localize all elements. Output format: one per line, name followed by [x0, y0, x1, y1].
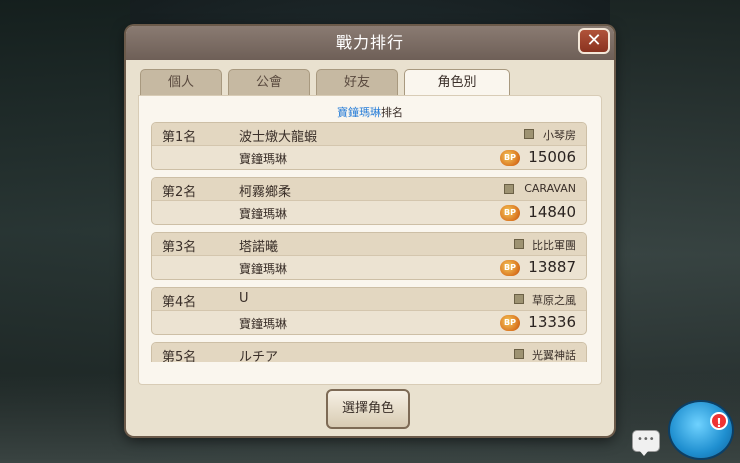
- dialog-title: 戰力排行: [335, 33, 404, 52]
- bp-icon: BP: [500, 205, 520, 221]
- player-name: 波士燉大龍蝦: [239, 130, 318, 145]
- select-character-button[interactable]: 選擇角色: [326, 389, 410, 429]
- player-name: 柯霧鄉柔: [239, 185, 292, 200]
- ranking-dialog: 戰力排行 ✕ 個人 公會 好友 角色別 寶鐘瑪琳排名 第1名 波士燉大龍蝦 小琴…: [126, 26, 614, 436]
- rank-label: 第3名: [162, 240, 197, 255]
- bp-icon: BP: [500, 150, 520, 166]
- tab-bar: 個人 公會 好友 角色別: [140, 69, 600, 97]
- rank-label: 第4名: [162, 295, 197, 310]
- bp-icon: BP: [500, 315, 520, 331]
- row-header: [152, 123, 586, 146]
- ranking-panel: 寶鐘瑪琳排名 第1名 波士燉大龍蝦 小琴房 寶鐘瑪琳 BP 15006 第2名 …: [138, 95, 602, 385]
- bp-value: 13887: [528, 258, 576, 276]
- mascot-helper-icon[interactable]: [670, 402, 732, 458]
- bp-value: 14840: [528, 203, 576, 221]
- subtitle-suffix: 排名: [381, 106, 403, 119]
- close-button[interactable]: ✕: [578, 28, 610, 54]
- bp-icon: BP: [500, 260, 520, 276]
- guild-name: CARAVAN: [524, 182, 576, 195]
- guild-name: 光翼神話: [532, 349, 576, 362]
- character-name: 寶鐘瑪琳: [239, 152, 288, 166]
- guild-emblem-icon: [504, 184, 514, 194]
- guild-name: 草原之風: [532, 294, 576, 307]
- guild-emblem-icon: [514, 349, 524, 359]
- ranking-row[interactable]: 第2名 柯霧鄉柔 CARAVAN 寶鐘瑪琳 BP 14840: [151, 177, 587, 225]
- tab-by-character[interactable]: 角色別: [404, 69, 510, 97]
- character-name: 寶鐘瑪琳: [239, 262, 288, 276]
- character-name: 寶鐘瑪琳: [239, 207, 288, 221]
- chat-icon[interactable]: •••: [633, 431, 659, 456]
- character-name: 寶鐘瑪琳: [239, 317, 288, 331]
- guild-emblem-icon: [514, 239, 524, 249]
- ranking-row[interactable]: 第5名 ルチア 光翼神話: [151, 342, 587, 362]
- player-name: 塔諾曦: [239, 240, 279, 255]
- chat-dots: •••: [637, 434, 655, 445]
- row-header: [152, 178, 586, 201]
- tab-guild[interactable]: 公會: [228, 69, 310, 95]
- tab-personal[interactable]: 個人: [140, 69, 222, 95]
- bp-value: 13336: [528, 313, 576, 331]
- ranking-row[interactable]: 第1名 波士燉大龍蝦 小琴房 寶鐘瑪琳 BP 15006: [151, 122, 587, 170]
- ranking-subtitle: 寶鐘瑪琳排名: [139, 104, 601, 120]
- tab-friends[interactable]: 好友: [316, 69, 398, 95]
- rank-label: 第5名: [162, 350, 197, 362]
- guild-name: 比比軍團: [532, 239, 576, 252]
- alert-badge-icon[interactable]: !: [710, 412, 728, 430]
- subtitle-character: 寶鐘瑪琳: [337, 106, 381, 119]
- guild-emblem-icon: [524, 129, 534, 139]
- player-name: ルチア: [239, 350, 279, 362]
- ranking-row[interactable]: 第4名 U 草原之風 寶鐘瑪琳 BP 13336: [151, 287, 587, 335]
- dialog-titlebar: 戰力排行 ✕: [126, 26, 614, 60]
- rank-label: 第2名: [162, 185, 197, 200]
- guild-emblem-icon: [514, 294, 524, 304]
- guild-name: 小琴房: [543, 129, 576, 142]
- ranking-row[interactable]: 第3名 塔諾曦 比比軍團 寶鐘瑪琳 BP 13887: [151, 232, 587, 280]
- ranking-list[interactable]: 第1名 波士燉大龍蝦 小琴房 寶鐘瑪琳 BP 15006 第2名 柯霧鄉柔 CA…: [151, 122, 589, 362]
- rank-label: 第1名: [162, 130, 197, 145]
- player-name: U: [239, 291, 249, 306]
- bp-value: 15006: [528, 148, 576, 166]
